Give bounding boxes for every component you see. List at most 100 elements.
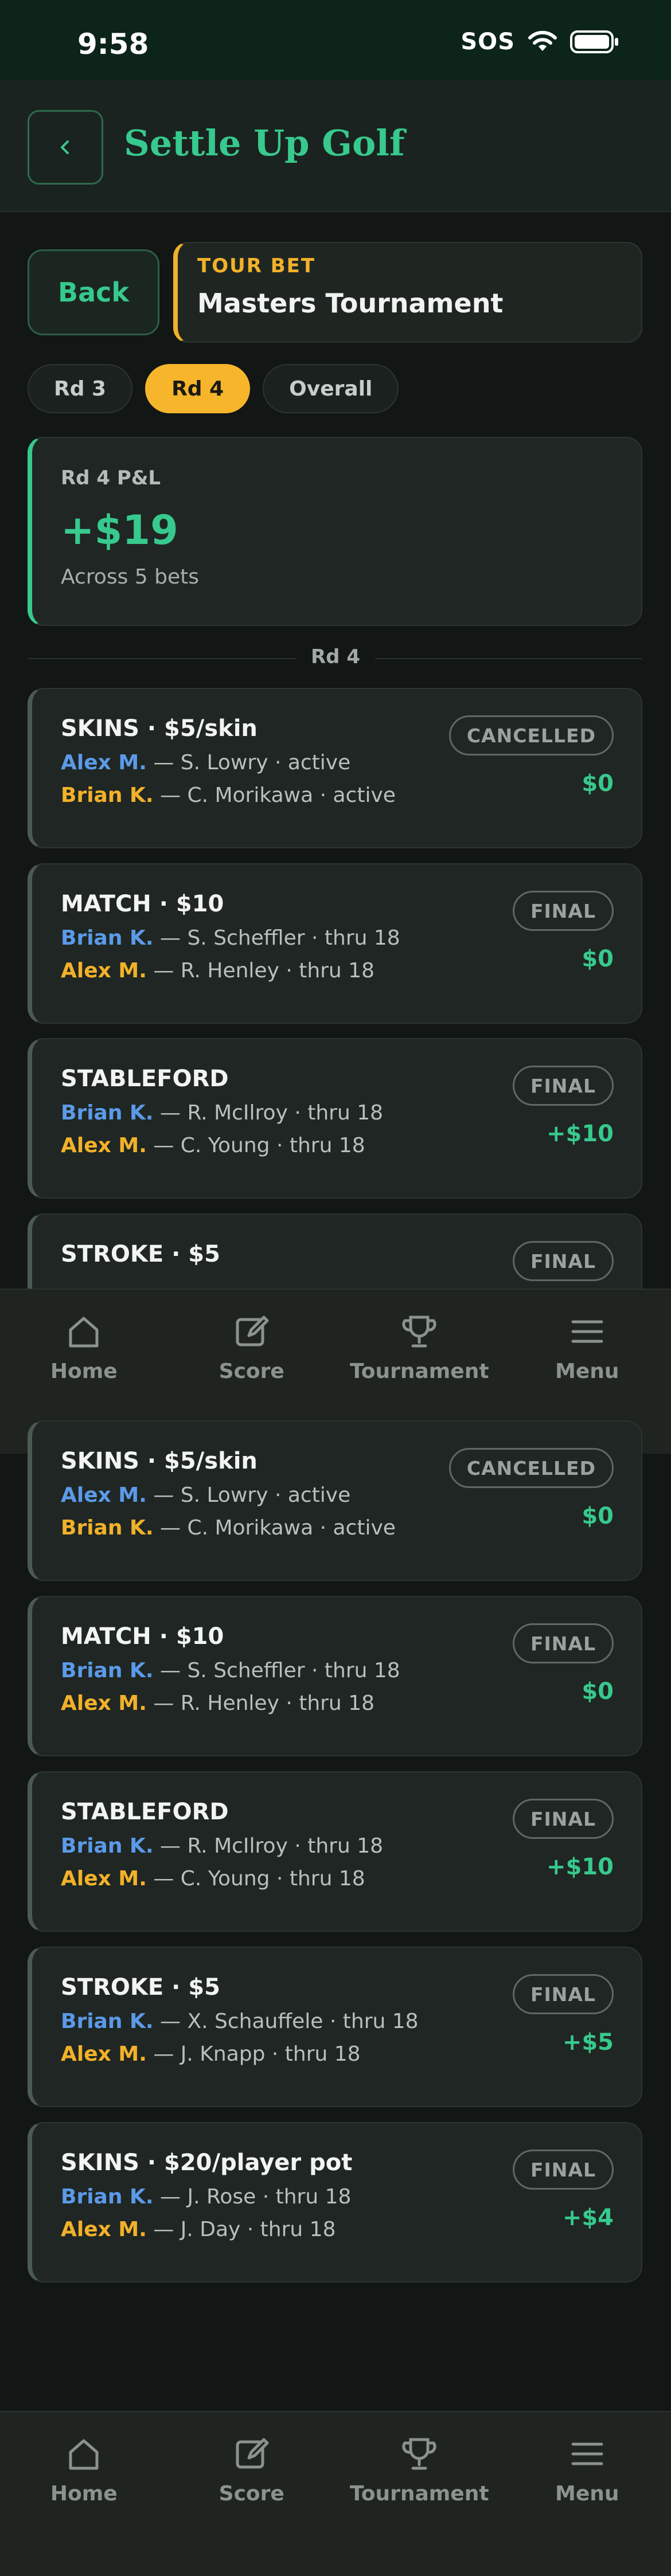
player-pick: — R. Henley · thru 18 <box>146 1692 374 1715</box>
section-label-text: Rd 4 <box>295 645 375 668</box>
pnl-value: +$19 <box>61 507 178 554</box>
app-header: Settle Up Golf <box>0 80 671 212</box>
tour-bet-card[interactable]: TOUR BET Masters Tournament <box>173 242 642 343</box>
bet-amount: $0 <box>582 1678 614 1705</box>
bet-amount: $0 <box>582 770 614 797</box>
tab-overall[interactable]: Overall <box>263 364 399 413</box>
bet-amount: +$5 <box>562 2029 614 2056</box>
app-title: Settle Up Golf <box>124 122 405 164</box>
nav-label: Tournament <box>349 2482 489 2505</box>
player-name: Brian K. <box>61 926 154 950</box>
tour-bet-name: Masters Tournament <box>197 288 504 319</box>
edit-icon <box>236 2438 269 2469</box>
pnl-label: Rd 4 P&L <box>61 467 161 490</box>
bet-card[interactable]: STABLEFORD Brian K. — R. McIlroy · thru 1… <box>28 1771 642 1932</box>
sos-indicator: SOS <box>461 29 515 55</box>
bet-amount: $0 <box>582 946 614 972</box>
chevron-left-icon <box>61 140 69 154</box>
bet-card[interactable]: MATCH · $10 Brian K. — S. Scheffler · thr… <box>28 1596 642 1756</box>
nav-item-tournament[interactable]: Tournament <box>336 2434 504 2505</box>
bet-card[interactable]: STROKE · $5 Brian K. — X. Schauffele · th… <box>28 1947 642 2107</box>
player-pick: — S. Lowry · active <box>146 1483 351 1507</box>
tab-rd-3[interactable]: Rd 3 <box>28 364 133 413</box>
edit-icon <box>236 1316 269 1346</box>
player-pick: — J. Knapp · thru 18 <box>146 2042 361 2066</box>
player-pick: — J. Day · thru 18 <box>146 2218 336 2241</box>
player-pick: — R. McIlroy · thru 18 <box>153 1834 384 1858</box>
nav-item-home[interactable]: Home <box>0 2434 168 2505</box>
player-pick: — J. Rose · thru 18 <box>153 2185 352 2209</box>
status-time: 9:58 <box>77 28 149 61</box>
player-name: Brian K. <box>61 1101 154 1125</box>
status-badge: FINAL <box>512 891 614 931</box>
nav-label: Home <box>50 2482 118 2505</box>
back-button[interactable]: Back <box>28 249 159 335</box>
wifi-icon <box>528 30 557 51</box>
bet-card[interactable]: SKINS · $5/skin Alex M. — S. Lowry · acti… <box>28 1420 642 1581</box>
player-pick: — C. Morikawa · active <box>153 784 396 807</box>
player-name: Brian K. <box>61 1659 154 1682</box>
player-name: Alex M. <box>61 1134 147 1157</box>
tour-bet-label: TOUR BET <box>197 255 316 277</box>
pnl-subtitle: Across 5 bets <box>61 565 199 589</box>
bet-amount: +$10 <box>546 1121 614 1147</box>
nav-item-menu[interactable]: Menu <box>504 1312 671 1383</box>
nav-label: Score <box>219 1360 284 1383</box>
player-name: Brian K. <box>61 2185 154 2209</box>
nav-item-score[interactable]: Score <box>168 2434 336 2505</box>
nav-item-home[interactable]: Home <box>0 1312 168 1383</box>
status-badge: FINAL <box>512 1066 614 1106</box>
player-name: Brian K. <box>61 1834 154 1858</box>
bet-card[interactable]: SKINS · $5/skin Alex M. — S. Lowry · acti… <box>28 688 642 848</box>
player-pick: — R. McIlroy · thru 18 <box>153 1101 384 1125</box>
player-name: Alex M. <box>61 1867 147 1890</box>
player-name: Alex M. <box>61 751 147 774</box>
player-pick: — C. Young · thru 18 <box>146 1134 365 1157</box>
player-name: Brian K. <box>61 2010 154 2033</box>
status-badge: FINAL <box>512 1241 614 1281</box>
status-badge: CANCELLED <box>448 715 614 755</box>
player-name: Alex M. <box>61 959 147 982</box>
menu-icon <box>571 2442 603 2465</box>
bet-amount: $0 <box>582 1503 614 1529</box>
bet-player-line: Alex M. — C. Young · thru 18 <box>61 1867 613 1890</box>
player-name: Brian K. <box>61 784 154 807</box>
bet-player-line: Alex M. — J. Knapp · thru 18 <box>61 2042 613 2066</box>
bet-player-line: Alex M. — C. Young · thru 18 <box>61 1134 613 1157</box>
bet-card[interactable]: STABLEFORD Brian K. — R. McIlroy · thru 1… <box>28 1038 642 1199</box>
battery-icon <box>570 30 618 53</box>
nav-item-score[interactable]: Score <box>168 1312 336 1383</box>
player-name: Alex M. <box>61 1483 147 1507</box>
player-name: Alex M. <box>61 2042 147 2066</box>
status-badge: FINAL <box>512 1799 614 1839</box>
section-label: Rd 4 <box>0 645 671 668</box>
bet-card[interactable]: MATCH · $10 Brian K. — S. Scheffler · thr… <box>28 863 642 1024</box>
status-bar: 9:58 SOS <box>0 0 671 80</box>
bottom-nav: Home Score Tournament Menu <box>0 2411 671 2576</box>
nav-label: Tournament <box>349 1360 489 1383</box>
player-pick: — C. Young · thru 18 <box>146 1867 365 1890</box>
trophy-icon <box>402 2438 436 2470</box>
menu-icon <box>571 1320 603 1343</box>
bet-player-line: Alex M. — R. Henley · thru 18 <box>61 1692 613 1715</box>
trophy-icon <box>402 1316 436 1348</box>
nav-label: Score <box>219 2482 284 2505</box>
bet-player-line: Alex M. — J. Day · thru 18 <box>61 2218 613 2241</box>
tab-rd-4[interactable]: Rd 4 <box>145 364 251 413</box>
player-pick: — X. Schauffele · thru 18 <box>153 2010 419 2033</box>
player-pick: — R. Henley · thru 18 <box>146 959 374 982</box>
status-badge: CANCELLED <box>448 1448 614 1488</box>
player-pick: — S. Lowry · active <box>146 751 351 774</box>
header-back-button[interactable] <box>28 110 103 185</box>
nav-item-tournament[interactable]: Tournament <box>336 1312 504 1383</box>
nav-item-menu[interactable]: Menu <box>504 2434 671 2505</box>
nav-label: Menu <box>555 2482 619 2505</box>
player-name: Alex M. <box>61 1692 147 1715</box>
status-badge: FINAL <box>512 1974 614 2014</box>
home-icon <box>69 2439 99 2470</box>
bet-card[interactable]: SKINS · $20/player pot Brian K. — J. Rose… <box>28 2122 642 2283</box>
bet-amount: +$4 <box>562 2205 614 2231</box>
round-tabs: Rd 3 Rd 4 Overall <box>28 364 399 413</box>
status-badge: FINAL <box>512 2150 614 2190</box>
player-name: Brian K. <box>61 1516 154 1540</box>
